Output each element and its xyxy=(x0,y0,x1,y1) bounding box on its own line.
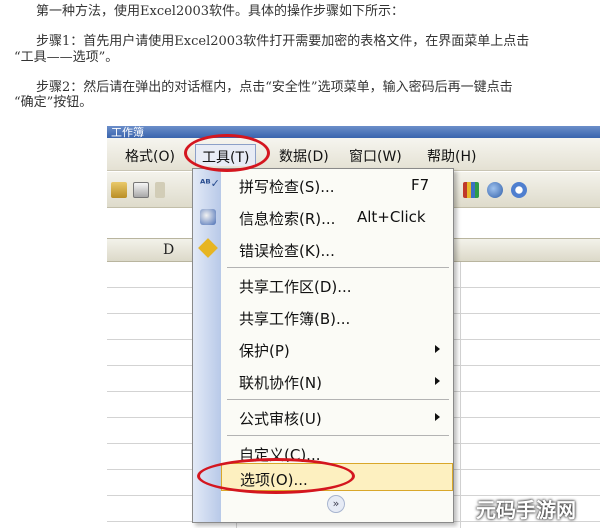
menu-help[interactable]: 帮助(H) xyxy=(421,144,482,166)
menu-separator xyxy=(227,399,449,400)
menu-item-shortcut: Alt+Click xyxy=(357,208,426,226)
paste-icon[interactable] xyxy=(133,182,149,198)
menu-item-spelling[interactable]: 拼写检查(S)... F7 xyxy=(221,171,453,199)
article-step2-line2: “确定”按钮。 xyxy=(14,95,93,110)
copy-icon[interactable] xyxy=(111,182,127,198)
menu-format[interactable]: 格式(O) xyxy=(119,144,181,166)
menu-item-label: 公式审核(U) xyxy=(239,410,322,428)
menu-data[interactable]: 数据(D) xyxy=(273,144,335,166)
menu-item-label: 信息检索(R)... xyxy=(239,210,336,228)
help-icon[interactable] xyxy=(511,182,527,198)
menu-bar: 格式(O) 工具(T) 数据(D) 窗口(W) 帮助(H) xyxy=(107,138,600,171)
menu-item-label: 共享工作簿(B)... xyxy=(239,310,351,328)
article-step2-line1: 步骤2：然后请在弹出的对话框内，点击“安全性”选项菜单，输入密码后再一键点击 xyxy=(36,80,513,95)
drawing-icon[interactable] xyxy=(487,182,503,198)
tools-dropdown-menu: ᴬᴮ✓ 拼写检查(S)... F7 信息检索(R)... Alt+Click 错… xyxy=(192,168,454,523)
chevron-down-icon: » xyxy=(327,495,345,513)
submenu-arrow-icon xyxy=(435,345,440,353)
submenu-arrow-icon xyxy=(435,413,440,421)
menu-item-label: 自定义(C)... xyxy=(239,446,321,464)
menu-item-error-checking[interactable]: 错误检查(K)... xyxy=(221,235,453,263)
menu-item-label: 拼写检查(S)... xyxy=(239,178,335,196)
article-step1-line2: “工具——选项”。 xyxy=(14,50,119,65)
research-icon xyxy=(200,209,216,225)
menu-item-shortcut: F7 xyxy=(411,176,430,194)
menu-separator xyxy=(227,267,449,268)
menu-item-formula-auditing[interactable]: 公式审核(U) xyxy=(221,403,453,431)
toolbar-dropdown-icon[interactable] xyxy=(155,182,165,198)
menu-item-label: 保护(P) xyxy=(239,342,290,360)
watermark-text: 元码手游网 xyxy=(476,498,576,522)
spell-check-icon: ᴬᴮ✓ xyxy=(200,177,220,190)
excel-screenshot: 工作簿 格式(O) 工具(T) 数据(D) 窗口(W) 帮助(H) D ᴬᴮ✓ … xyxy=(107,126,600,528)
article-step1-line1: 步骤1：首先用户请使用Excel2003软件打开需要加密的表格文件，在界面菜单上… xyxy=(36,34,530,49)
chart-wizard-icon[interactable] xyxy=(463,182,479,198)
menu-item-shared-workspace[interactable]: 共享工作区(D)... xyxy=(221,271,453,299)
menu-item-options[interactable]: 选项(O)... xyxy=(221,463,453,491)
menu-item-online-collaboration[interactable]: 联机协作(N) xyxy=(221,367,453,395)
window-titlebar: 工作簿 xyxy=(107,126,600,139)
menu-tools[interactable]: 工具(T) xyxy=(195,144,257,166)
menu-item-label: 错误检查(K)... xyxy=(239,242,335,260)
menu-window[interactable]: 窗口(W) xyxy=(343,144,408,166)
column-header-d[interactable]: D xyxy=(163,242,174,258)
menu-separator xyxy=(227,435,449,436)
menu-expand-more[interactable]: » xyxy=(221,491,453,519)
submenu-arrow-icon xyxy=(435,377,440,385)
menu-item-share-workbook[interactable]: 共享工作簿(B)... xyxy=(221,303,453,331)
menu-item-protection[interactable]: 保护(P) xyxy=(221,335,453,363)
menu-item-label: 联机协作(N) xyxy=(239,374,322,392)
article-paragraph-intro: 第一种方法，使用Excel2003软件。具体的操作步骤如下所示： xyxy=(36,4,405,19)
menu-item-label: 共享工作区(D)... xyxy=(239,278,352,296)
menu-item-label: 选项(O)... xyxy=(240,471,308,489)
menu-item-research[interactable]: 信息检索(R)... Alt+Click xyxy=(221,203,453,231)
